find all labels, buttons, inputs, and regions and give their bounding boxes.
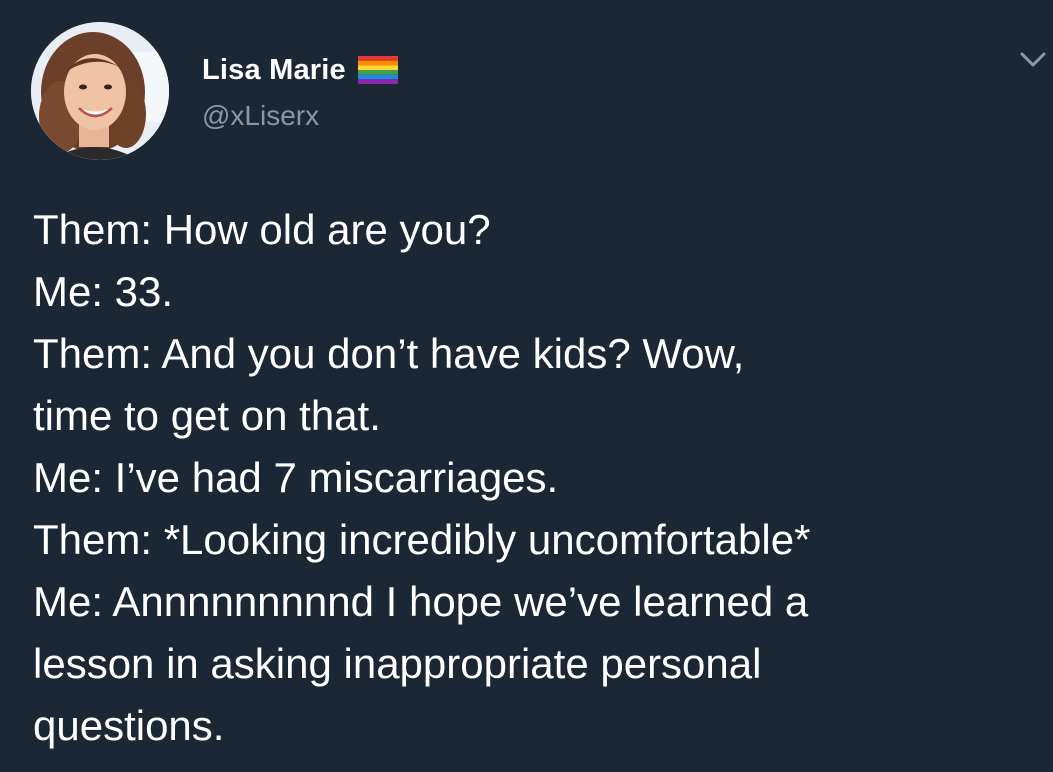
tweet-text: Them: How old are you? Me: 33. Them: And… [33, 199, 1033, 757]
tweet-line: lesson in asking inappropriate personal [33, 640, 762, 687]
tweet-line: time to get on that. [33, 392, 381, 439]
display-name[interactable]: Lisa Marie [202, 54, 346, 87]
avatar[interactable] [31, 22, 169, 160]
user-name-row: Lisa Marie [202, 52, 398, 88]
tweet-line: Them: *Looking incredibly uncomfortable* [33, 516, 811, 563]
rainbow-flag-icon [357, 56, 398, 84]
user-handle[interactable]: @xLiserx [202, 100, 319, 132]
tweet-line: Them: How old are you? [33, 206, 491, 253]
tweet-line: Me: Annnnnnnnnd I hope we’ve learned a [33, 578, 809, 625]
tweet-line: Me: I’ve had 7 miscarriages. [33, 454, 559, 501]
tweet-line: Them: And you don’t have kids? Wow, [33, 330, 745, 377]
tweet-card: Lisa Marie @xLiserx Them: How old are yo… [0, 0, 1053, 772]
chevron-down-icon[interactable] [1019, 50, 1047, 70]
tweet-line: Me: 33. [33, 268, 174, 315]
avatar-photo [31, 22, 169, 160]
tweet-line: questions. [33, 702, 225, 749]
